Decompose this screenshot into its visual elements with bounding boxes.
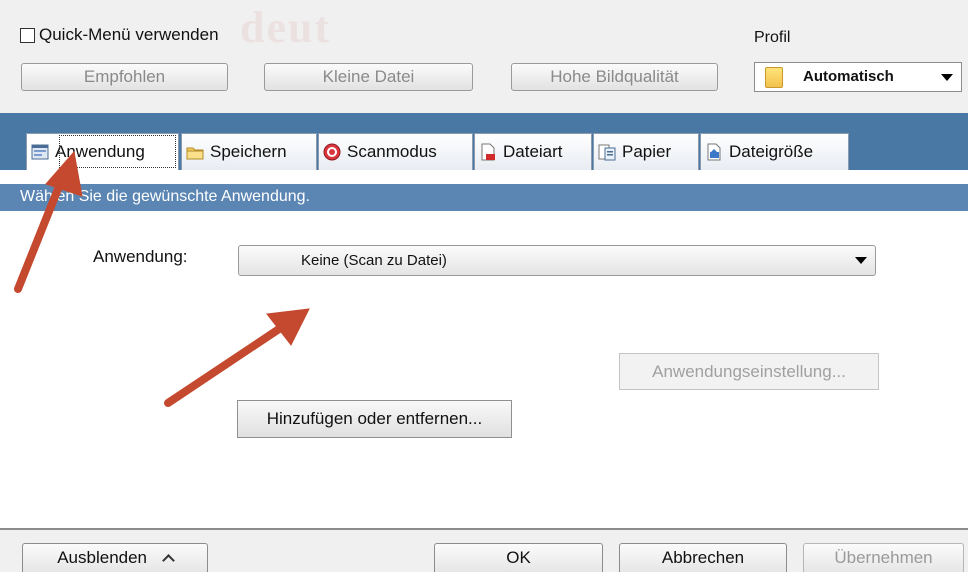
profile-select[interactable]: Automatisch — [754, 62, 962, 92]
file-type-icon — [479, 143, 497, 161]
paper-icon — [598, 143, 616, 161]
ok-button[interactable]: OK — [434, 543, 603, 572]
add-or-remove-button[interactable]: Hinzufügen oder entfernen... — [237, 400, 512, 438]
top-panel: deut Quick-Menü verwenden Profil Empfohl… — [0, 0, 968, 113]
scanner-settings-window: deut Quick-Menü verwenden Profil Empfohl… — [0, 0, 968, 572]
application-settings-button[interactable]: Anwendungseinstellung... — [619, 353, 879, 390]
checkbox-box[interactable] — [20, 27, 35, 43]
quick-menu-checkbox[interactable]: Quick-Menü verwenden — [20, 25, 219, 45]
tab-scanmodus[interactable]: Scanmodus — [318, 133, 473, 170]
application-select[interactable]: Keine (Scan zu Datei) — [238, 245, 876, 276]
tab-label: Anwendung — [55, 142, 145, 161]
save-folder-icon — [186, 143, 204, 161]
tab-label: Dateiart — [503, 142, 563, 161]
application-select-value: Keine (Scan zu Datei) — [301, 252, 447, 269]
background-watermark: deut — [240, 3, 332, 52]
tab-dateigroesse[interactable]: Dateigröße — [700, 133, 849, 170]
tab-label: Dateigröße — [729, 142, 814, 161]
apply-button[interactable]: Übernehmen — [803, 543, 964, 572]
application-icon — [31, 143, 49, 161]
profile-value: Automatisch — [803, 68, 894, 85]
tab-dateiart[interactable]: Dateiart — [474, 133, 592, 170]
hide-button[interactable]: Ausblenden — [22, 543, 208, 572]
quick-menu-label: Quick-Menü verwenden — [39, 25, 219, 44]
chevron-down-icon — [855, 257, 867, 264]
tab-anwendung[interactable]: Anwendung — [26, 133, 179, 170]
cancel-button[interactable]: Abbrechen — [619, 543, 787, 572]
tab-bar-gap — [0, 170, 968, 184]
application-label: Anwendung: — [93, 247, 188, 266]
instruction-text: Wählen Sie die gewünschte Anwendung. — [20, 188, 310, 205]
tab-label: Papier — [622, 142, 672, 161]
preset-small-file-button[interactable]: Kleine Datei — [264, 63, 473, 91]
hide-button-label: Ausblenden — [57, 548, 148, 567]
chevron-down-icon — [941, 74, 953, 81]
preset-high-quality-button[interactable]: Hohe Bildqualität — [511, 63, 718, 91]
profile-label: Profil — [754, 29, 791, 46]
tab-speichern[interactable]: Speichern — [181, 133, 317, 170]
tab-label: Scanmodus — [347, 142, 437, 161]
instruction-bar: Wählen Sie die gewünschte Anwendung. — [0, 184, 968, 211]
scan-mode-icon — [323, 143, 341, 161]
chevron-up-icon — [161, 554, 175, 567]
profile-folder-icon — [765, 67, 783, 88]
preset-recommended-button[interactable]: Empfohlen — [21, 63, 228, 91]
tab-papier[interactable]: Papier — [593, 133, 699, 170]
tab-label: Speichern — [210, 142, 287, 161]
file-size-icon — [705, 143, 723, 161]
